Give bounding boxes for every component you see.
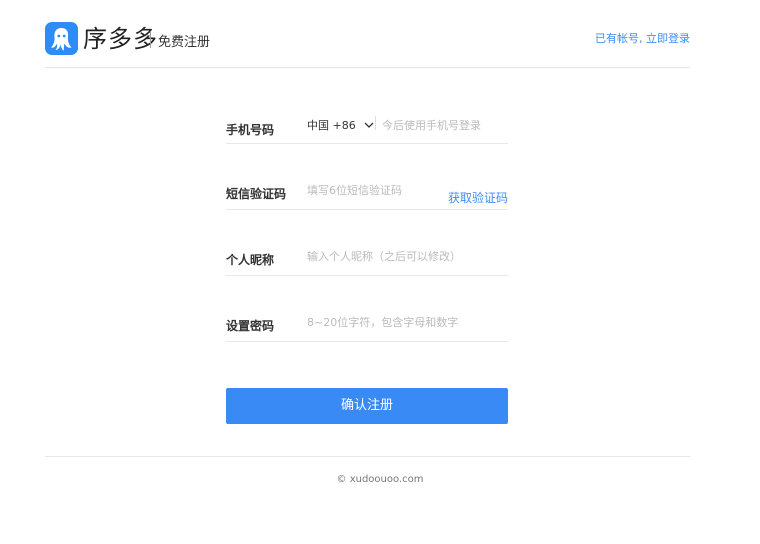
footer-divider [45,456,690,457]
get-code-button[interactable]: 获取验证码 [448,189,508,206]
phone-label: 手机号码 [226,123,275,137]
phone-row: 手机号码 中国 +86 今后使用手机号登录 [226,102,508,144]
register-form: 手机号码 中国 +86 今后使用手机号登录 短信验证码 填写6位短信验证码 获取… [226,102,508,366]
nickname-label: 个人昵称 [226,253,275,267]
login-link[interactable]: 已有帐号, 立即登录 [595,30,690,46]
sms-code-label: 短信验证码 [226,187,287,201]
country-code-value: 中国 +86 [307,119,356,132]
phone-input[interactable]: 今后使用手机号登录 [382,117,481,133]
header-divider [150,31,151,48]
nickname-row: 个人昵称 输入个人昵称（之后可以修改） [226,234,508,276]
password-input[interactable]: 8~20位字符，包含字母和数字 [307,314,458,330]
country-code-select[interactable]: 中国 +86 [307,117,374,133]
chevron-down-icon [364,119,374,132]
confirm-register-button[interactable]: 确认注册 [226,388,508,424]
sms-code-row: 短信验证码 填写6位短信验证码 获取验证码 [226,168,508,210]
password-row: 设置密码 8~20位字符，包含字母和数字 [226,300,508,342]
logo-text[interactable]: 序多多 [83,19,158,54]
password-label: 设置密码 [226,319,275,333]
octopus-logo-icon[interactable] [45,22,78,55]
country-code-divider [375,116,376,130]
nickname-input[interactable]: 输入个人昵称（之后可以修改） [307,248,461,264]
page-title: 免费注册 [158,35,211,50]
copyright-text: © xudoouoo.com [336,474,424,485]
page-header: 序多多 免费注册 已有帐号, 立即登录 [45,0,690,68]
sms-code-input[interactable]: 填写6位短信验证码 [307,182,402,198]
